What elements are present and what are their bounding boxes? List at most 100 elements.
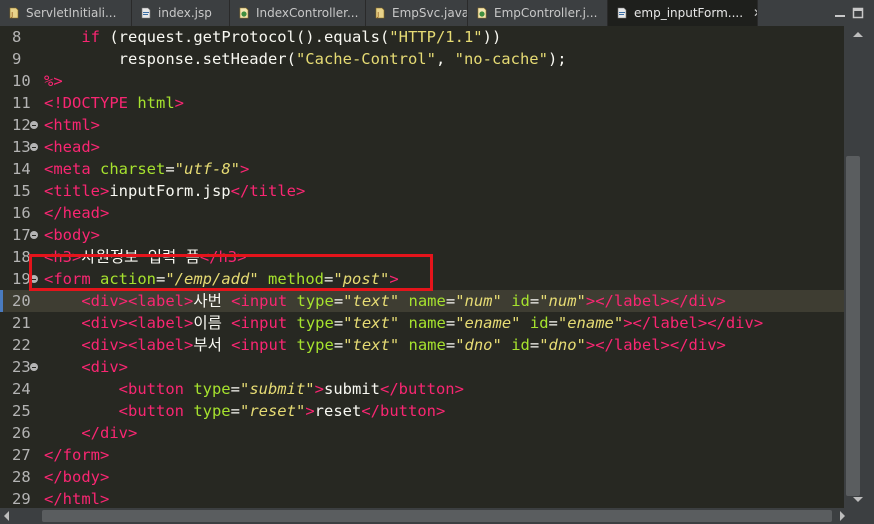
- code-token: </title>: [230, 182, 306, 200]
- code-token: )): [482, 28, 502, 46]
- code-token: <h3>: [44, 248, 82, 266]
- code-line[interactable]: 23 <div>: [0, 356, 844, 378]
- code-token: id: [511, 292, 530, 310]
- code-token: <html>: [44, 116, 100, 134]
- code-line[interactable]: 11 <!DOCTYPE html>: [0, 92, 844, 114]
- editor-tab-bar: J ServletInitiali... index.jsp IndexControl…: [0, 0, 874, 27]
- code-token: ></label></div>: [623, 314, 764, 332]
- code-token: type: [296, 336, 334, 354]
- scroll-down-icon[interactable]: [853, 497, 863, 502]
- tab-3[interactable]: J EmpSvc.java: [366, 0, 468, 26]
- code-token: "text": [343, 336, 400, 354]
- code-token: reset: [314, 402, 362, 420]
- code-token: </html>: [44, 490, 110, 508]
- code-line[interactable]: 27 </form>: [0, 444, 844, 466]
- code-line[interactable]: 20 <div><label>사번 <input type="text" nam…: [0, 290, 844, 312]
- code-token: </h3>: [199, 248, 247, 266]
- code-line[interactable]: 18 <h3>사원정보 입력 폼</h3>: [0, 246, 844, 268]
- java-file-icon: J: [375, 7, 385, 19]
- code-line[interactable]: 26 </div>: [0, 422, 844, 444]
- tab-2[interactable]: IndexController...: [230, 0, 366, 26]
- code-token: 이름: [193, 314, 232, 332]
- fold-toggle-icon[interactable]: [30, 121, 38, 129]
- code-line[interactable]: 21 <div><label>이름 <input type="text" nam…: [0, 312, 844, 334]
- code-token: =: [333, 336, 344, 354]
- code-token: "post": [333, 270, 390, 288]
- code-token: inputForm.jsp: [109, 182, 231, 200]
- code-token: "dno": [455, 336, 502, 354]
- tab-1[interactable]: index.jsp: [132, 0, 230, 26]
- fold-toggle-icon[interactable]: [30, 363, 38, 371]
- code-line[interactable]: 15 <title>inputForm.jsp</title>: [0, 180, 844, 202]
- maximize-icon[interactable]: [852, 7, 864, 19]
- code-token: <div>: [81, 358, 128, 376]
- code-token: </button>: [379, 380, 464, 398]
- fold-toggle-icon[interactable]: [30, 143, 38, 151]
- line-number: 22: [12, 336, 31, 354]
- code-token: type: [296, 314, 334, 332]
- scroll-right-icon[interactable]: [840, 511, 845, 521]
- vertical-scrollbar[interactable]: [844, 26, 874, 508]
- code-token: "utf-8": [174, 160, 240, 178]
- code-text: </div>: [44, 422, 137, 444]
- vertical-scroll-thumb[interactable]: [846, 156, 860, 496]
- code-token: <input: [231, 336, 297, 354]
- code-text: %>: [44, 70, 63, 92]
- line-number: 10: [12, 72, 31, 90]
- code-line[interactable]: 10 %>: [0, 70, 844, 92]
- line-number: 8: [12, 28, 22, 46]
- tab-label: EmpSvc.java: [392, 6, 468, 20]
- code-line[interactable]: 13 <head>: [0, 136, 844, 158]
- code-token: <body>: [44, 226, 100, 244]
- code-line[interactable]: 28 </body>: [0, 466, 844, 488]
- code-token: method: [268, 270, 325, 288]
- tab-label: emp_inputForm....: [634, 6, 744, 20]
- code-line[interactable]: 22 <div><label>부서 <input type="text" nam…: [0, 334, 844, 356]
- scroll-left-icon[interactable]: [4, 511, 9, 521]
- code-line[interactable]: 19 <form action="/emp/add" method="post">: [0, 268, 844, 290]
- horizontal-scrollbar[interactable]: [0, 508, 874, 524]
- code-line[interactable]: 16 </head>: [0, 202, 844, 224]
- fold-toggle-icon[interactable]: [30, 231, 38, 239]
- code-token: type: [296, 292, 334, 310]
- jsp-file-icon: [141, 7, 151, 19]
- code-line[interactable]: 29 </html>: [0, 488, 844, 508]
- minimize-icon[interactable]: [834, 7, 846, 19]
- code-line[interactable]: 12 <html>: [0, 114, 844, 136]
- fold-toggle-icon[interactable]: [30, 275, 38, 283]
- tab-5[interactable]: emp_inputForm.... ✕: [608, 0, 758, 26]
- code-line[interactable]: 17 <body>: [0, 224, 844, 246]
- tab-4[interactable]: EmpController.j...: [468, 0, 608, 26]
- code-line[interactable]: 8 if (request.getProtocol().equals("HTTP…: [0, 26, 844, 48]
- code-text: <button type="submit">submit</button>: [44, 378, 464, 400]
- code-token: "num": [539, 292, 586, 310]
- code-editor[interactable]: 8 if (request.getProtocol().equals("HTTP…: [0, 26, 844, 508]
- code-token: response.setHeader(: [44, 50, 296, 68]
- code-line[interactable]: 9 response.setHeader("Cache-Control", "n…: [0, 48, 844, 70]
- horizontal-scroll-thumb[interactable]: [42, 510, 832, 522]
- code-line[interactable]: 24 <button type="submit">submit</button>: [0, 378, 844, 400]
- code-token: action: [100, 270, 156, 288]
- line-number: 11: [12, 94, 31, 112]
- code-line[interactable]: 14 <meta charset="utf-8">: [0, 158, 844, 180]
- code-token: =: [529, 336, 540, 354]
- tab-0[interactable]: J ServletInitiali...: [0, 0, 132, 26]
- code-line[interactable]: 25 <button type="reset">reset</button>: [0, 400, 844, 422]
- code-text: </form>: [44, 444, 109, 466]
- code-token: charset: [100, 160, 166, 178]
- line-number: 29: [12, 490, 31, 508]
- code-token: =: [230, 380, 240, 398]
- code-token: name: [408, 314, 446, 332]
- scroll-up-icon[interactable]: [853, 32, 863, 37]
- code-token: (request.getProtocol().equals(: [100, 28, 390, 46]
- close-tab-icon[interactable]: ✕: [753, 6, 757, 20]
- code-token: ,: [435, 50, 455, 68]
- code-token: >: [174, 94, 184, 112]
